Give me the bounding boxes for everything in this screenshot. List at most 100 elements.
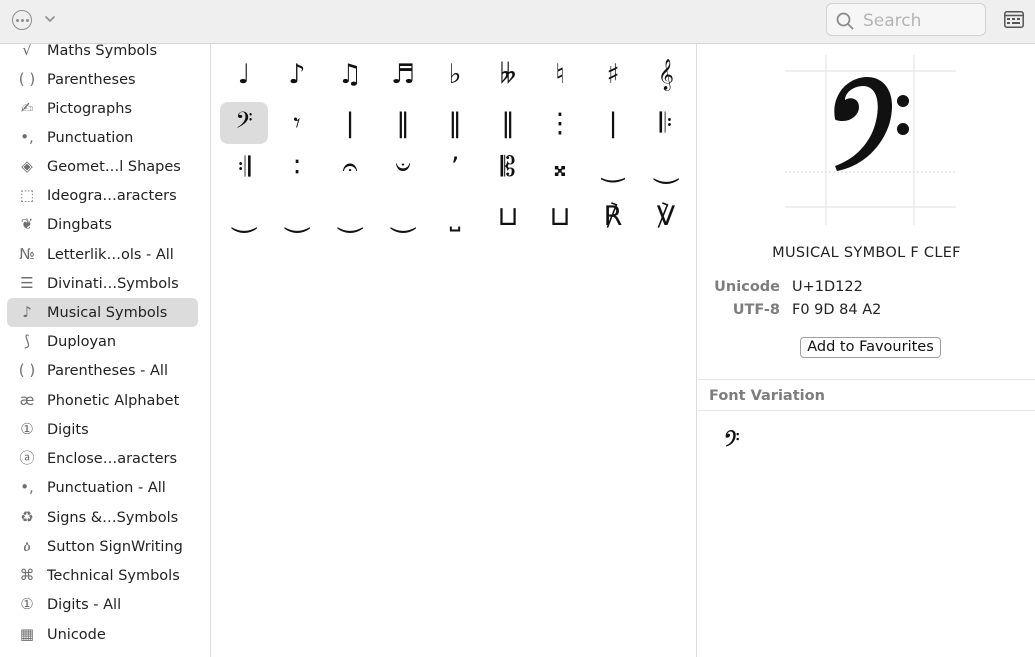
character-cell[interactable]: ♭ <box>431 53 479 95</box>
sidebar-item-label: Pictographs <box>47 100 132 117</box>
ellipsis-circle-icon[interactable] <box>12 10 32 30</box>
sidebar-item[interactable]: ♻ Signs &…Symbols <box>7 503 198 532</box>
character-cell[interactable]: ‖ <box>484 102 532 144</box>
sidebar-item[interactable]: ① Digits <box>7 415 198 444</box>
character-cell[interactable]: ♮ <box>536 53 584 95</box>
character-cell[interactable]: 𝄞 <box>642 53 690 95</box>
character-cell[interactable]: ‖ <box>379 102 427 144</box>
character-cell[interactable]: 𝄆 <box>642 102 690 144</box>
character-cell[interactable]: 𝄡 <box>484 146 532 188</box>
character-cell[interactable]: ⋮ <box>536 102 584 144</box>
character-cell[interactable]: ♪ <box>273 53 321 95</box>
sidebar-item[interactable]: ዕ Sutton SignWriting <box>7 532 198 561</box>
character-cell[interactable]: 𝄫 <box>484 53 532 95</box>
character-cell[interactable]: 𝄢 <box>220 102 268 144</box>
sidebar-item[interactable]: № Letterlik…ols - All <box>7 240 198 269</box>
category-icon: ◈ <box>21 157 33 175</box>
sidebar-item[interactable]: ✍ Pictographs <box>7 94 198 123</box>
character-cell[interactable]: ’ <box>431 146 479 188</box>
category-icon: ① <box>20 420 34 438</box>
character-cell[interactable]: ‿ <box>589 146 637 188</box>
character-cell[interactable]: ⎵ <box>431 195 479 237</box>
character-cell[interactable]: | <box>589 102 637 144</box>
keyboard-viewer-icon[interactable] <box>1004 11 1024 28</box>
sidebar-item[interactable]: •, Punctuation - All <box>7 473 198 502</box>
character-cell[interactable]: ∶ <box>273 146 321 188</box>
character-cell[interactable]: 𝄾 <box>273 102 321 144</box>
sidebar-item[interactable]: ⟆ Duployan <box>7 327 198 356</box>
character-cell[interactable]: ℣ <box>642 195 690 237</box>
sidebar-item-label: Musical Symbols <box>47 304 168 321</box>
sidebar-item-label: Digits <box>47 421 89 438</box>
sidebar-item[interactable]: √ Maths Symbols <box>7 44 198 65</box>
character-detail-panel: MUSICAL SYMBOL F CLEF Unicode U+1D122 UT… <box>698 44 1035 657</box>
sidebar-item-label: Duployan <box>47 333 117 350</box>
category-icon: æ <box>19 391 35 409</box>
font-variation-title: Font Variation <box>709 388 825 404</box>
character-cell[interactable]: ⊔ <box>536 195 584 237</box>
font-variation-sample[interactable] <box>717 426 747 456</box>
sidebar-item-label: Dingbats <box>47 216 112 233</box>
divider <box>698 410 1035 411</box>
sidebar-item-label: Maths Symbols <box>47 44 158 59</box>
character-cell[interactable]: ♩ <box>220 53 268 95</box>
character-cell[interactable]: ♬ <box>379 53 427 95</box>
sidebar-item[interactable]: ⓐ Enclose…aracters <box>7 444 198 473</box>
category-icon: ❦ <box>20 215 34 233</box>
sidebar-item[interactable]: ⌘ Technical Symbols <box>7 561 198 590</box>
character-cell[interactable]: ℟ <box>589 195 637 237</box>
sidebar-item-label: Sutton SignWriting <box>47 538 183 555</box>
chevron-down-icon[interactable] <box>44 13 56 25</box>
search-icon <box>836 12 854 30</box>
sidebar-item-label: Parentheses - All <box>47 362 168 379</box>
category-icon: ✍ <box>20 99 34 117</box>
sidebar-item[interactable]: ( ) Parentheses - All <box>7 356 198 385</box>
character-cell[interactable]: 𝄪 <box>536 146 584 188</box>
search-field[interactable] <box>826 3 986 36</box>
character-cell[interactable]: 𝄇 <box>220 146 268 188</box>
category-icon: ⟆ <box>24 332 30 350</box>
sidebar-item-label: Technical Symbols <box>47 567 180 584</box>
category-icon: ዕ <box>23 537 31 555</box>
sidebar-item[interactable]: ▦ Unicode <box>7 620 198 649</box>
sidebar-item-label: Ideogra…aracters <box>47 187 177 204</box>
add-to-favourites-button[interactable]: Add to Favourites <box>800 337 941 358</box>
category-icon: •, <box>20 478 34 496</box>
character-cell[interactable]: ⏝ <box>273 195 321 237</box>
category-icon: ⌘ <box>19 566 35 584</box>
sidebar-item[interactable]: ♪ Musical Symbols <box>7 298 198 327</box>
character-cell[interactable]: ⏝ <box>326 195 374 237</box>
character-cell[interactable]: ⊔ <box>484 195 532 237</box>
character-cell[interactable]: 𝄑 <box>379 146 427 188</box>
character-name: MUSICAL SYMBOL F CLEF <box>772 245 961 261</box>
search-input[interactable] <box>861 8 983 34</box>
category-icon: •, <box>20 128 34 146</box>
character-cell[interactable]: 𝄐 <box>326 146 374 188</box>
category-sidebar: √ Maths Symbols ( ) Parentheses ✍ Pictographs… <box>0 44 211 657</box>
character-cell[interactable]: ⏝ <box>379 195 427 237</box>
sidebar-item[interactable]: ⬚ Ideogra…aracters <box>7 181 198 210</box>
sidebar-item[interactable]: •, Punctuation <box>7 123 198 152</box>
sidebar-item-label: Unicode <box>47 626 106 643</box>
category-icon: ( ) <box>18 361 36 379</box>
toolbar <box>0 0 1035 44</box>
category-icon: ⓐ <box>19 449 35 467</box>
sidebar-item-label: Geomet…l Shapes <box>47 158 181 175</box>
sidebar-item[interactable]: ☰ Divinati…Symbols <box>7 269 198 298</box>
sidebar-item[interactable]: ( ) Parentheses <box>7 65 198 94</box>
sidebar-item[interactable]: ① Digits - All <box>7 590 198 619</box>
sidebar-item-label: Parentheses <box>47 71 136 88</box>
character-cell[interactable]: | <box>326 102 374 144</box>
character-grid: ♩ ♪ ♫ ♬ ♭ 𝄫 ♮ ♯ 𝄞 𝄢 𝄾 | ‖ ‖ ‖ ⋮ | 𝄆 𝄇 ∶ 𝄐 𝄑’ 𝄡 𝄪 ‿ ⏝ ⏝ ⏝ ⏝ ⏝ ⎵ ⊔ ⊔ ℟ ℣ <box>212 44 697 657</box>
sidebar-item-label: Punctuation <box>47 129 134 146</box>
glyph-preview <box>785 55 956 225</box>
sidebar-item[interactable]: æ Phonetic Alphabet <box>7 386 198 415</box>
character-cell[interactable]: ♯ <box>589 53 637 95</box>
sidebar-item[interactable]: ◈ Geomet…l Shapes <box>7 152 198 181</box>
category-icon: ⬚ <box>19 186 35 204</box>
sidebar-item[interactable]: ❦ Dingbats <box>7 210 198 239</box>
character-cell[interactable]: ‖ <box>431 102 479 144</box>
character-cell[interactable]: ⏝ <box>642 146 690 188</box>
character-cell[interactable]: ♫ <box>326 53 374 95</box>
character-cell[interactable]: ⏝ <box>220 195 268 237</box>
